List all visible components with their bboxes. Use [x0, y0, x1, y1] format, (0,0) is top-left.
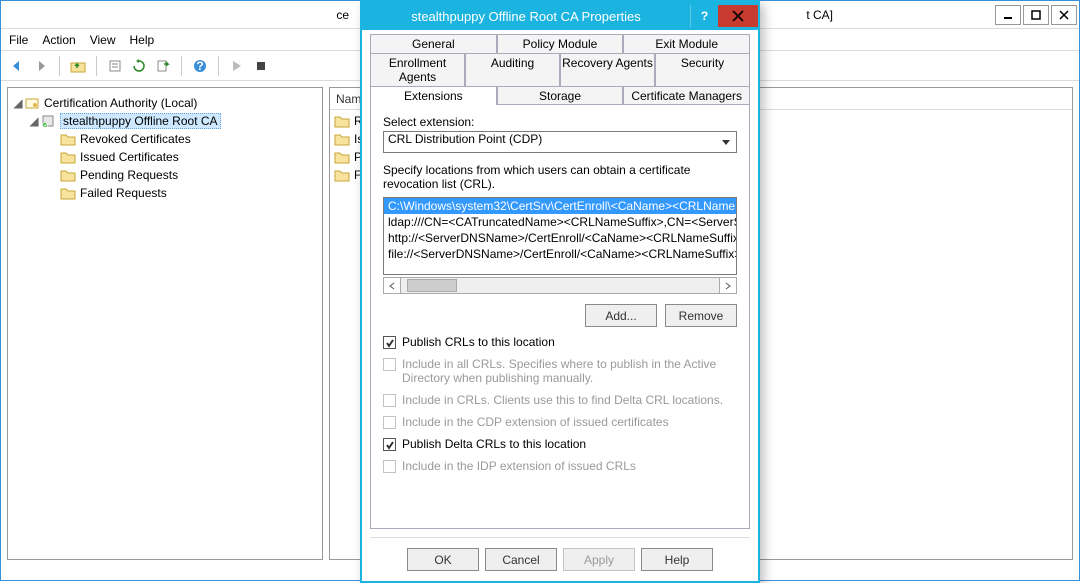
location-item[interactable]: ldap:///CN=<CATruncatedName><CRLNameSuff…: [384, 214, 736, 230]
remove-button[interactable]: Remove: [665, 304, 737, 327]
check-include-all-crls: Include in all CRLs. Specifies where to …: [383, 357, 737, 385]
back-icon[interactable]: [7, 56, 27, 76]
tab-certificate-managers[interactable]: Certificate Managers: [623, 86, 750, 105]
folder-icon: [60, 150, 76, 164]
title-text-left: ce: [3, 8, 353, 22]
tab-storage[interactable]: Storage: [497, 86, 624, 105]
dialog-title: stealthpuppy Offline Root CA Properties: [362, 9, 690, 24]
title-text-right: t CA]: [806, 8, 993, 22]
maximize-button[interactable]: [1023, 5, 1049, 25]
tab-exit-module[interactable]: Exit Module: [623, 34, 750, 53]
extension-select[interactable]: CRL Distribution Point (CDP): [383, 131, 737, 153]
tab-auditing[interactable]: Auditing: [465, 53, 560, 86]
server-icon: [40, 113, 56, 129]
check-include-idp: Include in the IDP extension of issued C…: [383, 459, 737, 473]
dialog-help-button[interactable]: ?: [690, 5, 718, 27]
svg-text:?: ?: [196, 59, 203, 73]
folder-icon: [60, 168, 76, 182]
folder-icon: [334, 132, 350, 146]
certificate-icon: [24, 95, 40, 111]
tab-general[interactable]: General: [370, 34, 497, 53]
forward-icon[interactable]: [31, 56, 51, 76]
location-item[interactable]: C:\Windows\system32\CertSrv\CertEnroll\<…: [384, 198, 736, 214]
location-item[interactable]: file://<ServerDNSName>/CertEnroll/<CaNam…: [384, 246, 736, 262]
tab-enrollment-agents[interactable]: Enrollment Agents: [370, 53, 465, 86]
cancel-button[interactable]: Cancel: [485, 548, 557, 571]
help-icon[interactable]: ?: [190, 56, 210, 76]
menu-help[interactable]: Help: [130, 33, 155, 47]
locations-listbox[interactable]: C:\Windows\system32\CertSrv\CertEnroll\<…: [383, 197, 737, 275]
scroll-left-icon[interactable]: [384, 278, 401, 293]
folder-icon: [334, 150, 350, 164]
tree-item[interactable]: Revoked Certificates: [60, 130, 320, 148]
apply-button[interactable]: Apply: [563, 548, 635, 571]
scroll-thumb[interactable]: [407, 279, 457, 292]
folder-icon: [60, 186, 76, 200]
tab-security[interactable]: Security: [655, 53, 750, 86]
properties-icon[interactable]: [105, 56, 125, 76]
menu-file[interactable]: File: [9, 33, 28, 47]
scroll-right-icon[interactable]: [719, 278, 736, 293]
menu-action[interactable]: Action: [42, 33, 75, 47]
check-publish-crls[interactable]: Publish CRLs to this location: [383, 335, 737, 349]
tab-extensions[interactable]: Extensions: [370, 86, 497, 105]
tree-panel[interactable]: ◢ Certification Authority (Local) ◢ stea…: [7, 87, 323, 560]
ok-button[interactable]: OK: [407, 548, 479, 571]
refresh-icon[interactable]: [129, 56, 149, 76]
play-icon[interactable]: [227, 56, 247, 76]
tree-root[interactable]: ◢ Certification Authority (Local): [10, 94, 320, 112]
check-include-crls: Include in CRLs. Clients use this to fin…: [383, 393, 737, 407]
tree-item[interactable]: Issued Certificates: [60, 148, 320, 166]
tab-content-extensions: Select extension: CRL Distribution Point…: [370, 104, 750, 529]
dialog-title-bar: stealthpuppy Offline Root CA Properties …: [362, 2, 758, 30]
dialog-close-button[interactable]: [718, 5, 758, 27]
scroll-track[interactable]: [401, 278, 719, 293]
export-icon[interactable]: [153, 56, 173, 76]
tab-policy-module[interactable]: Policy Module: [497, 34, 624, 53]
properties-dialog: stealthpuppy Offline Root CA Properties …: [360, 0, 760, 583]
folder-icon: [334, 114, 350, 128]
menu-view[interactable]: View: [90, 33, 116, 47]
stop-icon[interactable]: [251, 56, 271, 76]
dialog-button-bar: OK Cancel Apply Help: [370, 537, 750, 573]
location-item[interactable]: http://<ServerDNSName>/CertEnroll/<CaNam…: [384, 230, 736, 246]
close-button[interactable]: [1051, 5, 1077, 25]
select-extension-label: Select extension:: [383, 115, 737, 129]
help-button[interactable]: Help: [641, 548, 713, 571]
tree-item[interactable]: Pending Requests: [60, 166, 320, 184]
tab-recovery-agents[interactable]: Recovery Agents: [560, 53, 655, 86]
folder-icon: [60, 132, 76, 146]
folder-icon: [334, 168, 350, 182]
add-button[interactable]: Add...: [585, 304, 657, 327]
up-folder-icon[interactable]: [68, 56, 88, 76]
minimize-button[interactable]: [995, 5, 1021, 25]
tree-ca-node[interactable]: ◢ stealthpuppy Offline Root CA: [26, 112, 320, 130]
description-text: Specify locations from which users can o…: [383, 163, 737, 191]
horizontal-scrollbar[interactable]: [383, 277, 737, 294]
check-publish-delta[interactable]: Publish Delta CRLs to this location: [383, 437, 737, 451]
check-include-cdp: Include in the CDP extension of issued c…: [383, 415, 737, 429]
tree-item[interactable]: Failed Requests: [60, 184, 320, 202]
